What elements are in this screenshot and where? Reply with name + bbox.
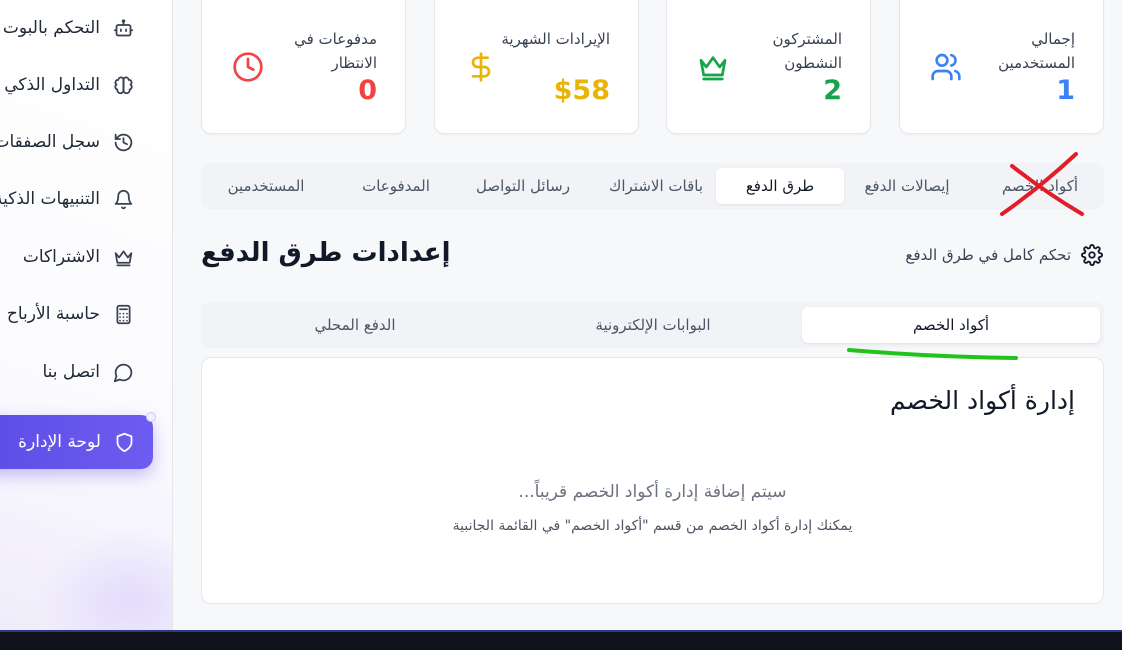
stat-card-monthly-revenue: الإيرادات الشهرية $58 xyxy=(434,0,639,134)
gear-icon xyxy=(1081,244,1103,266)
sidebar-item-label: لوحة الإدارة xyxy=(18,432,101,452)
brain-icon xyxy=(112,74,134,96)
tab-users[interactable]: المستخدمين xyxy=(206,168,326,204)
subtab-electronic-gateways[interactable]: البوابات الإلكترونية xyxy=(504,307,802,343)
sidebar-item-label: الاشتراكات xyxy=(22,247,100,267)
payment-method-subtabs: أكواد الخصم البوابات الإلكترونية الدفع ا… xyxy=(201,302,1104,348)
calculator-icon xyxy=(112,303,134,325)
section-subtitle: تحكم كامل في طرق الدفع xyxy=(905,244,1103,266)
tab-contact-messages[interactable]: رسائل التواصل xyxy=(463,168,583,204)
sidebar-item-trade-history[interactable]: سجل الصفقات xyxy=(0,127,134,157)
users-icon xyxy=(928,49,964,85)
crown-icon xyxy=(112,246,134,268)
page-title: إعدادات طرق الدفع xyxy=(201,238,451,268)
tab-subscription-plans[interactable]: باقات الاشتراك xyxy=(596,168,716,204)
sidebar-item-profit-calculator[interactable]: حاسبة الأرباح xyxy=(7,299,134,329)
sidebar-item-admin-panel[interactable]: لوحة الإدارة xyxy=(0,412,156,469)
stat-value: 0 xyxy=(358,75,377,106)
admin-dashboard: التحكم بالبوت التداول الذكي سجل الصفقات … xyxy=(0,0,1122,650)
stat-card-pending-payments: مدفوعات في الانتظار 0 xyxy=(201,0,406,134)
hint-text: يمكنك إدارة أكواد الخصم من قسم "أكواد ال… xyxy=(452,518,853,534)
sidebar-item-smart-trading[interactable]: التداول الذكي xyxy=(4,70,134,100)
sidebar-item-smart-alerts[interactable]: التنبيهات الذكية xyxy=(0,184,134,214)
robot-icon xyxy=(112,17,134,39)
sidebar-item-label: التداول الذكي xyxy=(4,75,100,95)
stat-label: المشتركون النشطون xyxy=(772,30,843,72)
panel-title: إدارة أكواد الخصم xyxy=(890,386,1075,415)
crown-icon xyxy=(695,49,731,85)
chat-icon xyxy=(112,361,134,383)
sidebar-item-label: حاسبة الأرباح xyxy=(6,304,100,324)
section-subtitle-text: تحكم كامل في طرق الدفع xyxy=(905,246,1071,264)
sidebar-item-bot-control[interactable]: التحكم بالبوت xyxy=(3,13,134,43)
stat-value: 2 xyxy=(823,75,842,106)
shield-icon xyxy=(113,431,135,453)
stat-value: 1 xyxy=(1056,75,1075,106)
sidebar-item-label: التحكم بالبوت xyxy=(2,18,100,38)
sidebar-item-label: اتصل بنا xyxy=(42,362,100,382)
subtab-discount-codes[interactable]: أكواد الخصم xyxy=(802,307,1100,343)
history-icon xyxy=(112,131,134,153)
clock-icon xyxy=(230,49,266,85)
sidebar-item-contact[interactable]: اتصل بنا xyxy=(42,357,134,387)
sidebar-item-label: التنبيهات الذكية xyxy=(0,189,100,209)
tab-discount-codes[interactable]: أكواد الخصم xyxy=(980,168,1100,204)
sidebar-item-subscriptions[interactable]: الاشتراكات xyxy=(23,242,134,272)
stat-value: $58 xyxy=(553,75,610,106)
bell-icon xyxy=(112,188,134,210)
sidebar: التحكم بالبوت التداول الذكي سجل الصفقات … xyxy=(0,0,173,630)
notification-dot xyxy=(146,412,156,422)
dollar-icon xyxy=(463,49,499,85)
stat-card-total-users: إجمالي المستخدمين 1 xyxy=(899,0,1104,134)
tab-payments[interactable]: المدفوعات xyxy=(336,168,456,204)
stat-label: الإيرادات الشهرية xyxy=(501,30,610,48)
main-tabs: أكواد الخصم إيصالات الدفع طرق الدفع باقا… xyxy=(201,163,1104,209)
subtab-local-payment[interactable]: الدفع المحلي xyxy=(206,307,504,343)
discount-codes-panel: إدارة أكواد الخصم سيتم إضافة إدارة أكواد… xyxy=(201,357,1104,604)
stat-label: مدفوعات في الانتظار xyxy=(294,30,377,72)
taskbar-strip xyxy=(0,630,1122,650)
sidebar-item-label: سجل الصفقات xyxy=(0,132,100,152)
coming-soon-message: سيتم إضافة إدارة أكواد الخصم قريباً... xyxy=(518,482,787,502)
stat-card-active-subscribers: المشتركون النشطون 2 xyxy=(666,0,871,134)
tab-payment-receipts[interactable]: إيصالات الدفع xyxy=(847,168,967,204)
stat-label: إجمالي المستخدمين xyxy=(998,30,1075,72)
tab-payment-methods[interactable]: طرق الدفع xyxy=(716,168,844,204)
